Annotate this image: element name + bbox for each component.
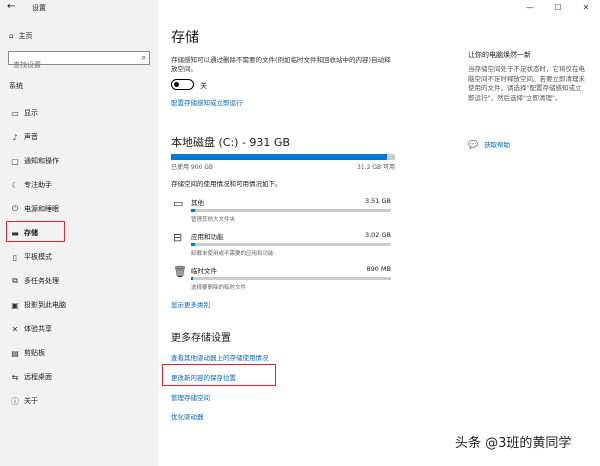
category-bar	[191, 277, 391, 280]
page-title: 存储	[171, 30, 199, 46]
highlight-box-storage	[6, 221, 65, 242]
title-bar: ← 设置 — ☐ ✕	[0, 0, 600, 16]
category-desc: 卸载未使用或不需要的应用和功能	[191, 251, 274, 257]
home-item[interactable]: ⌂ 主页	[9, 31, 32, 41]
sidebar-item-tablet[interactable]: ▯ 平板模式	[0, 245, 159, 269]
right-panel-title: 让你的电脑焕然一新	[468, 51, 531, 59]
sidebar-item-label: 通知和操作	[24, 157, 59, 165]
sidebar-item-label: 声音	[24, 133, 38, 141]
category-bar	[191, 243, 391, 246]
storage-sense-description: 存储感知可以通过删除不需要的文件(例如临时文件和回收站中的内容)自动释放空间。	[171, 56, 391, 73]
sidebar-item-about[interactable]: ⓘ 关于	[0, 389, 159, 413]
sidebar-item-clipboard[interactable]: ▤ 剪贴板	[0, 341, 159, 365]
category-desc: 选择要删除的临时文件	[191, 285, 247, 291]
category-name: 应用和功能	[191, 233, 224, 241]
sidebar-item-label: 电源和睡眠	[24, 205, 59, 213]
category-size: 890 MB	[366, 265, 391, 273]
category-bar-fill	[191, 243, 195, 246]
toggle-state-label: 关	[200, 82, 207, 90]
get-help[interactable]: 💬 获取帮助	[468, 139, 510, 150]
manage-storage-spaces-link[interactable]: 管理存储空间	[171, 392, 210, 402]
back-arrow-icon[interactable]: ←	[7, 1, 15, 12]
search-box[interactable]: ⌕	[8, 51, 150, 71]
disk-usage-fill	[171, 154, 388, 160]
category-desc: 管理其他大文件夹	[191, 217, 236, 223]
sidebar-item-label: 体验共享	[24, 325, 52, 333]
window-controls: — ☐ ✕	[516, 0, 600, 16]
help-icon: 💬	[468, 139, 478, 149]
get-help-link[interactable]: 获取帮助	[484, 139, 510, 149]
sound-icon: ♪	[12, 132, 18, 142]
sidebar-item-label: 多任务处理	[24, 277, 59, 285]
sidebar-item-projecting[interactable]: ▣ 投影到此电脑	[0, 293, 159, 317]
watermark: 头条 @3班的黄同学	[455, 436, 572, 451]
search-icon[interactable]: ⌕	[142, 53, 146, 63]
usage-subtitle: 存储空间的使用情况和可用情况如下。	[171, 180, 282, 188]
sidebar-item-label: 专注助手	[24, 181, 52, 189]
remote-icon: ⇆	[11, 372, 19, 382]
project-icon: ▣	[11, 300, 19, 310]
sidebar-nav: ▭ 显示 ♪ 声音 ▢ 通知和操作 ☾ 专注助手 ⏻ 电源和睡眠 ▬ 存储 ▯ 平板模式 ⧉ 多…	[0, 101, 159, 413]
used-label: 已使用 900 GB	[171, 164, 214, 171]
sidebar-item-label: 关于	[24, 397, 38, 405]
right-panel-description: 当存储空间处于不足状态时，它将仅在电脑空间不足时释放空间。若要立即清理未使用的文…	[468, 65, 585, 102]
sidebar-item-notifications[interactable]: ▢ 通知和操作	[0, 149, 159, 173]
category-bar-fill	[191, 277, 193, 280]
info-icon: ⓘ	[11, 396, 19, 406]
sidebar-item-label: 平板模式	[24, 253, 52, 261]
close-button[interactable]: ✕	[572, 0, 600, 16]
notification-icon: ▢	[11, 156, 19, 166]
disk-title: 本地磁盘 (C:) - 931 GB	[171, 136, 290, 149]
free-label: 31.2 GB 可用	[357, 164, 395, 171]
optimize-drives-link[interactable]: 优化驱动器	[171, 411, 204, 421]
power-icon: ⏻	[11, 204, 19, 213]
sidebar-item-label: 投影到此电脑	[24, 301, 66, 309]
share-icon: ✕	[11, 324, 19, 334]
category-name: 其他	[191, 199, 204, 207]
sidebar-item-remote-desktop[interactable]: ⇆ 远程桌面	[0, 365, 159, 389]
sidebar-item-multitasking[interactable]: ⧉ 多任务处理	[0, 269, 159, 293]
category-size: 3.02 GB	[364, 231, 391, 239]
highlight-box-save-location	[162, 364, 276, 386]
category-bar-fill	[191, 209, 195, 212]
sidebar-item-shared-experiences[interactable]: ✕ 体验共享	[0, 317, 159, 341]
maximize-button[interactable]: ☐	[544, 0, 572, 16]
category-name: 临时文件	[191, 267, 217, 275]
minimize-button[interactable]: —	[516, 0, 544, 16]
moon-icon: ☾	[11, 180, 19, 190]
clipboard-icon: ▤	[11, 348, 19, 358]
sidebar-item-display[interactable]: ▭ 显示	[0, 101, 159, 125]
tablet-icon: ▯	[12, 252, 18, 262]
home-icon: ⌂	[9, 32, 14, 40]
apps-icon: ⊟	[173, 231, 183, 244]
trash-icon: 🗑	[173, 265, 187, 278]
section-heading: 系统	[9, 82, 23, 90]
sidebar-item-sound[interactable]: ♪ 声音	[0, 125, 159, 149]
folder-icon: ▭	[173, 197, 184, 210]
sidebar-item-label: 远程桌面	[24, 373, 52, 381]
show-more-categories-link[interactable]: 显示更多类别	[171, 299, 210, 309]
sidebar-item-label: 剪贴板	[24, 349, 45, 357]
storage-sense-toggle[interactable]	[171, 79, 194, 90]
disk-usage-bar	[171, 154, 395, 160]
sidebar-item-power[interactable]: ⏻ 电源和睡眠	[0, 197, 159, 221]
sidebar-item-focus-assist[interactable]: ☾ 专注助手	[0, 173, 159, 197]
app-title: 设置	[32, 4, 46, 12]
category-size: 3.51 GB	[364, 197, 391, 205]
multitask-icon: ⧉	[12, 276, 18, 285]
sidebar-item-label: 显示	[24, 109, 38, 117]
display-icon: ▭	[11, 108, 19, 118]
configure-storage-sense-link[interactable]: 配置存储感知或立即运行	[171, 97, 243, 107]
more-settings-title: 更多存储设置	[171, 333, 231, 344]
category-bar	[191, 209, 391, 212]
home-label: 主页	[18, 32, 33, 40]
search-input[interactable]	[9, 59, 131, 71]
other-drives-usage-link[interactable]: 查看其他驱动器上的存储使用情况	[171, 352, 269, 362]
